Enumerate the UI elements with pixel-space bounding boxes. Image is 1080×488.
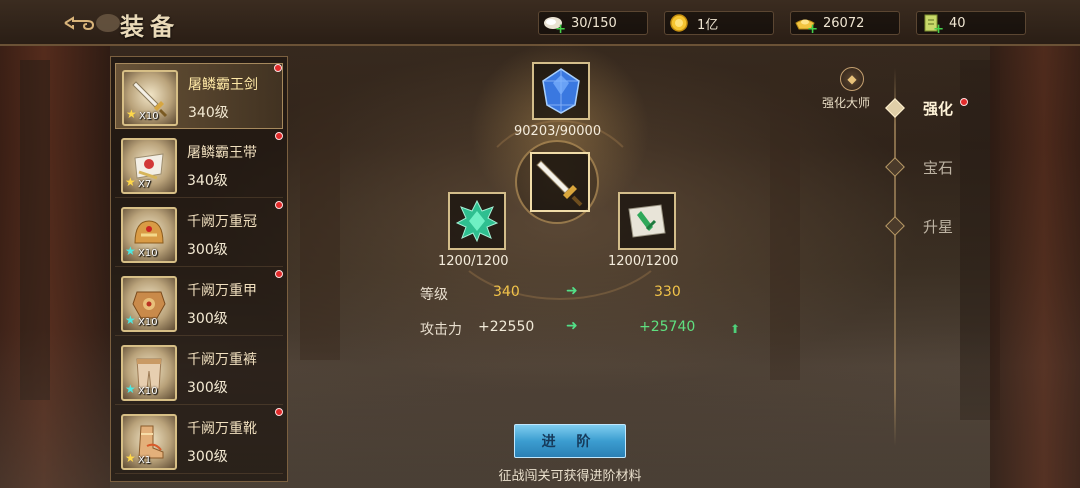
plus-icon: + bbox=[807, 22, 818, 37]
equipment-item[interactable]: ★ X10 千阙万重甲 300级 bbox=[115, 270, 283, 336]
sword-icon bbox=[536, 160, 583, 207]
master-diamond-icon[interactable]: ◆ bbox=[840, 67, 864, 91]
equipment-name: 千阙万重靴 bbox=[187, 421, 257, 437]
star-icon: ★ bbox=[126, 107, 137, 121]
equipment-level: 300级 bbox=[187, 449, 228, 465]
ingot-resource[interactable]: + 26072 bbox=[790, 11, 900, 37]
arrow-right-icon: ➜ bbox=[566, 283, 578, 299]
star-multiplier: X10 bbox=[139, 111, 159, 122]
equipment-thumbnail: ★ X10 bbox=[121, 276, 177, 332]
equipment-name: 屠鳞霸王剑 bbox=[188, 77, 258, 93]
tab-enhance[interactable]: 强化 bbox=[923, 98, 953, 119]
green-gem-icon bbox=[455, 199, 499, 243]
level-next: 330 bbox=[654, 284, 681, 300]
ingot-icon: + bbox=[793, 13, 818, 37]
notification-dot bbox=[275, 132, 283, 140]
advance-button[interactable]: 进 阶 bbox=[514, 424, 626, 458]
equipment-slot-center[interactable] bbox=[530, 152, 590, 212]
equipment-level: 300级 bbox=[187, 380, 228, 396]
notification-dot bbox=[275, 201, 283, 209]
ticket-value: 40 bbox=[949, 15, 966, 31]
ticket-resource[interactable]: + 40 bbox=[916, 11, 1026, 37]
material-count-top: 90203/90000 bbox=[514, 124, 602, 139]
star-multiplier: X10 bbox=[138, 386, 158, 397]
tab-rail bbox=[894, 68, 896, 446]
arrow-right-icon: ➜ bbox=[566, 318, 578, 334]
star-icon: ★ bbox=[125, 313, 136, 327]
enhance-master-label[interactable]: 强化大师 bbox=[822, 94, 870, 111]
star-multiplier: X10 bbox=[138, 248, 158, 259]
tab-star-up[interactable]: 升星 bbox=[923, 216, 953, 237]
equipment-name: 千阙万重甲 bbox=[187, 283, 257, 299]
equipment-level: 340级 bbox=[188, 105, 229, 121]
level-label: 等级 bbox=[420, 287, 448, 303]
equipment-item[interactable]: ★ X10 千阙万重冠 300级 bbox=[115, 201, 283, 267]
equipment-thumbnail: ★ X1 bbox=[121, 414, 177, 470]
equipment-name: 屠鳞霸王带 bbox=[187, 145, 257, 161]
ingot-value: 26072 bbox=[823, 15, 865, 31]
advance-hint: 征战闯关可获得进阶材料 bbox=[498, 469, 642, 484]
equipment-list: ★ X10 屠鳞霸王剑 340级 ★ X7 屠鳞霸王带 340级 ★ X10 千… bbox=[110, 56, 288, 482]
equipment-thumbnail: ★ X10 bbox=[121, 345, 177, 401]
title-ornament bbox=[96, 14, 120, 32]
stamina-resource[interactable]: + 30/150 bbox=[538, 11, 648, 37]
equipment-thumbnail: ★ X7 bbox=[121, 138, 177, 194]
star-multiplier: X7 bbox=[138, 179, 152, 190]
attack-current: +22550 bbox=[478, 319, 535, 335]
equipment-item[interactable]: ★ X10 屠鳞霸王剑 340级 bbox=[115, 63, 283, 129]
material-slot-left[interactable] bbox=[448, 192, 506, 250]
equipment-level: 300级 bbox=[187, 311, 228, 327]
page-title: 装备 bbox=[120, 12, 180, 41]
arrow-up-icon: ⬆ bbox=[730, 322, 741, 336]
equipment-item[interactable]: ★ X7 屠鳞霸王带 340级 bbox=[115, 132, 283, 198]
gold-coin-icon bbox=[667, 13, 691, 33]
tab-gem[interactable]: 宝石 bbox=[923, 157, 953, 178]
star-icon: ★ bbox=[125, 451, 136, 465]
ticket-icon: + bbox=[919, 13, 944, 37]
material-slot-right[interactable] bbox=[618, 192, 676, 250]
stamina-icon: + bbox=[541, 13, 566, 37]
plus-icon: + bbox=[555, 22, 566, 37]
equipment-name: 千阙万重冠 bbox=[187, 214, 257, 230]
equipment-name: 千阙万重裤 bbox=[187, 352, 257, 368]
equipment-item[interactable]: ★ X10 千阙万重裤 300级 bbox=[115, 339, 283, 405]
material-slot-top[interactable] bbox=[532, 62, 590, 120]
notification-dot bbox=[960, 98, 968, 106]
stamina-value: 30/150 bbox=[571, 15, 617, 31]
gold-value: 1亿 bbox=[697, 17, 719, 33]
gold-resource[interactable]: 1亿 bbox=[664, 11, 774, 35]
material-count-right: 1200/1200 bbox=[608, 254, 679, 269]
attack-next: +25740 bbox=[639, 319, 696, 335]
notification-dot bbox=[275, 408, 283, 416]
cloud-swirl-back-icon bbox=[64, 16, 95, 31]
star-multiplier: X10 bbox=[138, 317, 158, 328]
equipment-thumbnail: ★ X10 bbox=[121, 207, 177, 263]
equipment-thumbnail: ★ X10 bbox=[122, 70, 178, 126]
green-scroll-icon bbox=[628, 204, 666, 238]
notification-dot bbox=[274, 64, 282, 72]
equipment-level: 340级 bbox=[187, 173, 228, 189]
top-bar: 装备 + 30/150 1亿 + 26072 + 40 bbox=[0, 0, 1080, 46]
level-current: 340 bbox=[493, 284, 520, 300]
plus-icon: + bbox=[933, 22, 944, 37]
equipment-level: 300级 bbox=[187, 242, 228, 258]
star-icon: ★ bbox=[125, 175, 136, 189]
star-icon: ★ bbox=[125, 382, 136, 396]
material-count-left: 1200/1200 bbox=[438, 254, 509, 269]
notification-dot bbox=[275, 270, 283, 278]
blue-crystal-icon bbox=[542, 68, 580, 114]
star-icon: ★ bbox=[125, 244, 136, 258]
attack-label: 攻击力 bbox=[420, 322, 462, 338]
